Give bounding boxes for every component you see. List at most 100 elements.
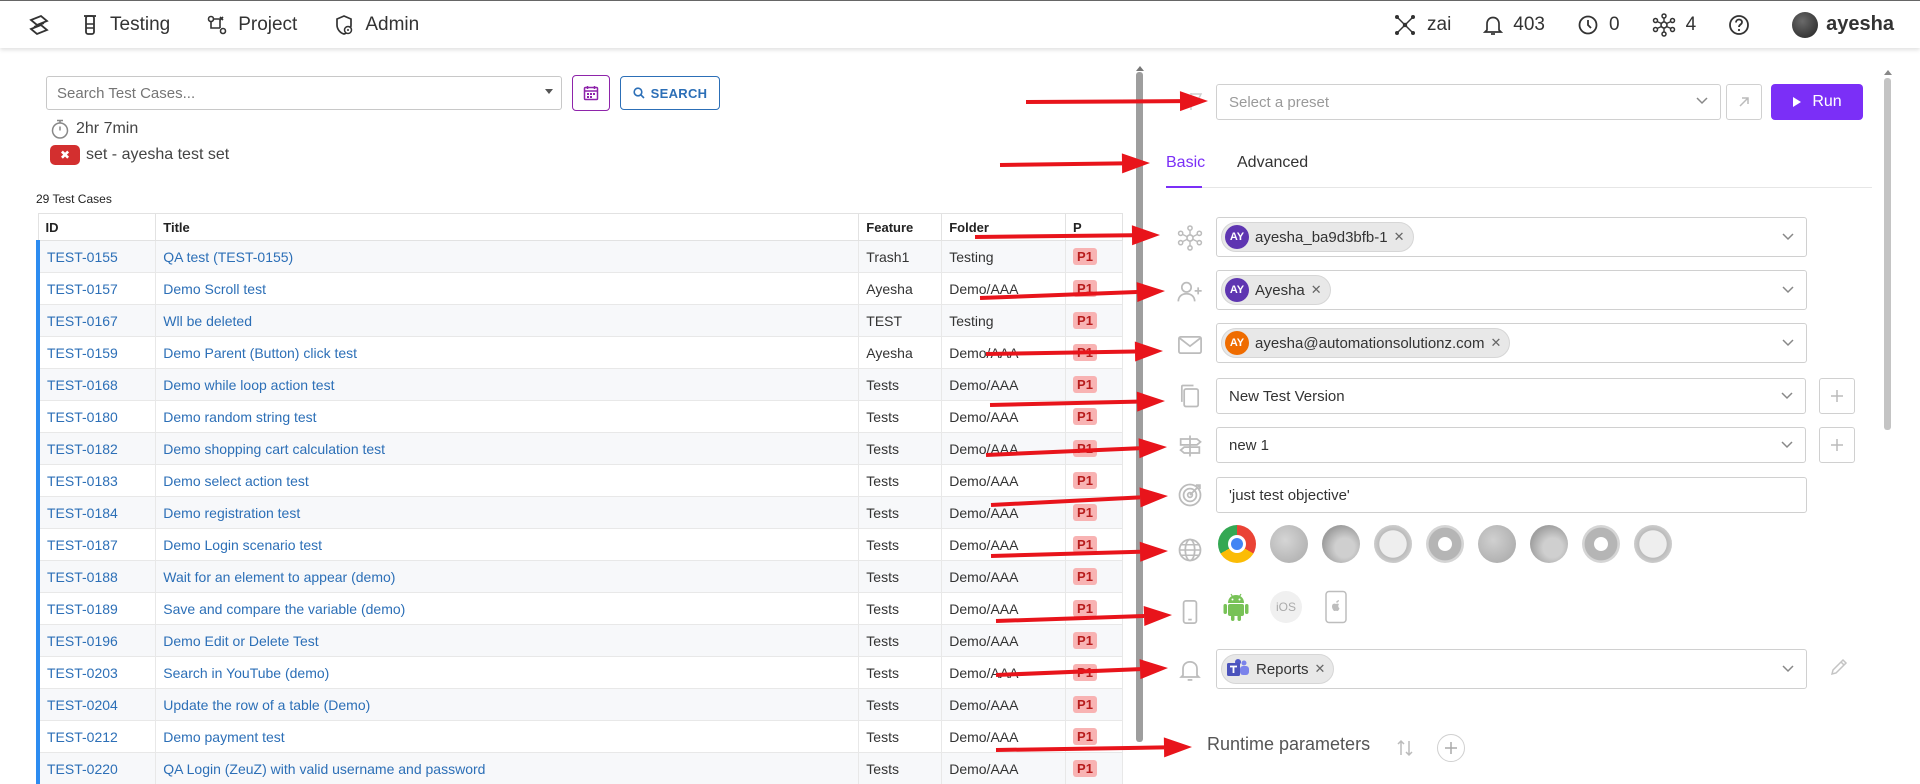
tab-advanced[interactable]: Advanced <box>1237 154 1308 172</box>
apple-device-icon[interactable] <box>1320 589 1352 625</box>
close-icon[interactable]: ✕ <box>1315 661 1326 677</box>
test-case-title[interactable]: Demo Login scenario test <box>155 528 860 561</box>
test-case-id[interactable]: TEST-0203 <box>36 656 157 689</box>
table-row[interactable]: TEST-0196 Demo Edit or Delete Test Tests De… <box>36 624 1123 657</box>
test-case-title[interactable]: Wait for an element to appear (demo) <box>155 560 860 593</box>
test-case-title[interactable]: Demo while loop action test <box>155 368 860 401</box>
test-case-title[interactable]: Update the row of a table (Demo) <box>155 688 860 721</box>
test-case-id[interactable]: TEST-0183 <box>36 464 157 497</box>
table-row[interactable]: TEST-0155 QA test (TEST-0155) Trash1 Testin… <box>36 240 1123 273</box>
test-case-id[interactable]: TEST-0196 <box>36 624 157 657</box>
test-case-title[interactable]: Wll be deleted <box>155 304 860 337</box>
test-case-title[interactable]: Demo Scroll test <box>155 272 860 305</box>
scroll-up-arrow-icon[interactable] <box>1136 66 1144 71</box>
table-row[interactable]: TEST-0183 Demo select action test Tests Dem… <box>36 464 1123 497</box>
run-button[interactable]: Run <box>1771 84 1863 120</box>
version-select[interactable]: New Test Version <box>1216 378 1806 414</box>
close-icon[interactable]: ✕ <box>1394 229 1405 245</box>
column-header-id[interactable]: ID <box>37 213 157 241</box>
test-case-id[interactable]: TEST-0168 <box>36 368 157 401</box>
left-scrollbar[interactable] <box>1136 72 1143 742</box>
test-case-title[interactable]: Demo payment test <box>155 720 860 753</box>
test-case-title[interactable]: Demo Edit or Delete Test <box>155 624 860 657</box>
search-button[interactable]: SEARCH <box>620 76 720 110</box>
chevron-down-icon[interactable] <box>1782 233 1794 241</box>
table-row[interactable]: TEST-0204 Update the row of a table (Demo… <box>36 688 1123 721</box>
email-chip[interactable]: AY ayesha@automationsolutionz.com ✕ <box>1221 328 1511 358</box>
test-case-title[interactable]: Demo registration test <box>155 496 860 529</box>
chrome-headless-icon[interactable] <box>1426 525 1464 563</box>
app-logo-icon[interactable] <box>26 12 52 38</box>
test-case-id[interactable]: TEST-0187 <box>36 528 157 561</box>
test-case-title[interactable]: Demo Parent (Button) click test <box>155 336 860 369</box>
safari-mobile-icon[interactable] <box>1634 525 1672 563</box>
test-case-title[interactable]: Demo select action test <box>155 464 860 497</box>
calendar-button[interactable] <box>572 75 610 111</box>
assignee-select[interactable]: AY Ayesha ✕ <box>1216 270 1807 310</box>
chevron-down-icon[interactable] <box>1781 392 1793 400</box>
zai-link[interactable]: zai <box>1393 13 1451 37</box>
table-row[interactable]: TEST-0159 Demo Parent (Button) click test… <box>36 336 1123 369</box>
test-case-id[interactable]: TEST-0212 <box>36 720 157 753</box>
sort-arrows-icon[interactable] <box>1396 737 1414 764</box>
test-case-id[interactable]: TEST-0167 <box>36 304 157 337</box>
add-runtime-parameter-button[interactable] <box>1437 734 1465 762</box>
reports-chip[interactable]: Reports ✕ <box>1221 654 1335 684</box>
node-select[interactable]: AY ayesha_ba9d3bfb-1 ✕ <box>1216 217 1807 257</box>
history-button[interactable]: 0 <box>1577 14 1620 36</box>
scroll-up-arrow-icon[interactable] <box>1884 70 1892 75</box>
test-case-title[interactable]: Save and compare the variable (demo) <box>155 592 860 625</box>
test-case-id[interactable]: TEST-0159 <box>36 336 157 369</box>
nodes-button[interactable]: 4 <box>1652 12 1696 37</box>
test-case-id[interactable]: TEST-0182 <box>36 432 157 465</box>
nav-project[interactable]: Project <box>206 14 297 36</box>
add-version-button[interactable] <box>1819 378 1855 414</box>
right-scrollbar[interactable] <box>1884 78 1891 430</box>
test-case-id[interactable]: TEST-0189 <box>36 592 157 625</box>
nav-testing[interactable]: Testing <box>80 14 170 36</box>
column-header-feature[interactable]: Feature <box>858 213 943 241</box>
nav-admin[interactable]: Admin <box>333 14 419 36</box>
table-row[interactable]: TEST-0180 Demo random string test Tests Dem… <box>36 400 1123 433</box>
table-row[interactable]: TEST-0212 Demo payment test Tests Demo/AAA P… <box>36 720 1123 753</box>
safari-icon[interactable] <box>1374 525 1412 563</box>
milestone-select[interactable]: new 1 <box>1216 427 1806 463</box>
table-row[interactable]: TEST-0167 Wll be deleted TEST Testing P1 <box>36 304 1123 337</box>
test-case-title[interactable]: Demo random string test <box>155 400 860 433</box>
email-select[interactable]: AY ayesha@automationsolutionz.com ✕ <box>1216 323 1807 363</box>
test-case-id[interactable]: TEST-0184 <box>36 496 157 529</box>
user-menu[interactable]: ayesha <box>1792 11 1894 38</box>
chevron-down-icon[interactable] <box>1781 441 1793 449</box>
tab-basic[interactable]: Basic <box>1166 154 1205 172</box>
test-case-id[interactable]: TEST-0155 <box>36 240 157 273</box>
firefox-icon[interactable] <box>1270 525 1308 563</box>
caret-down-icon[interactable] <box>545 89 553 94</box>
chrome-mobile-icon[interactable] <box>1582 525 1620 563</box>
search-input[interactable] <box>57 84 537 102</box>
edge-icon[interactable] <box>1322 525 1360 563</box>
column-header-priority[interactable]: P <box>1065 213 1123 241</box>
table-row[interactable]: TEST-0168 Demo while loop action test Test… <box>36 368 1123 401</box>
table-row[interactable]: TEST-0189 Save and compare the variable (… <box>36 592 1123 625</box>
test-case-search[interactable] <box>46 76 562 110</box>
notifications-button[interactable]: 403 <box>1483 14 1545 36</box>
table-row[interactable]: TEST-0188 Wait for an element to appear (… <box>36 560 1123 593</box>
chevron-down-icon[interactable] <box>1782 339 1794 347</box>
test-case-id[interactable]: TEST-0188 <box>36 560 157 593</box>
test-case-title[interactable]: QA test (TEST-0155) <box>155 240 860 273</box>
chevron-down-icon[interactable] <box>1782 286 1794 294</box>
preset-select[interactable]: Select a preset <box>1216 84 1721 120</box>
firefox-headless-icon[interactable] <box>1478 525 1516 563</box>
table-row[interactable]: TEST-0187 Demo Login scenario test Tests De… <box>36 528 1123 561</box>
column-header-title[interactable]: Title <box>155 213 860 241</box>
notification-channel-select[interactable]: Reports ✕ <box>1216 649 1807 689</box>
node-chip[interactable]: AY ayesha_ba9d3bfb-1 ✕ <box>1221 222 1414 252</box>
test-case-id[interactable]: TEST-0220 <box>36 752 157 784</box>
test-case-id[interactable]: TEST-0157 <box>36 272 157 305</box>
test-case-id[interactable]: TEST-0180 <box>36 400 157 433</box>
test-case-title[interactable]: QA Login (ZeuZ) with valid username and … <box>155 752 860 784</box>
add-milestone-button[interactable] <box>1819 427 1855 463</box>
remove-set-button[interactable]: ✖ <box>50 145 80 165</box>
close-icon[interactable]: ✕ <box>1491 335 1502 351</box>
test-case-title[interactable]: Search in YouTube (demo) <box>155 656 860 689</box>
